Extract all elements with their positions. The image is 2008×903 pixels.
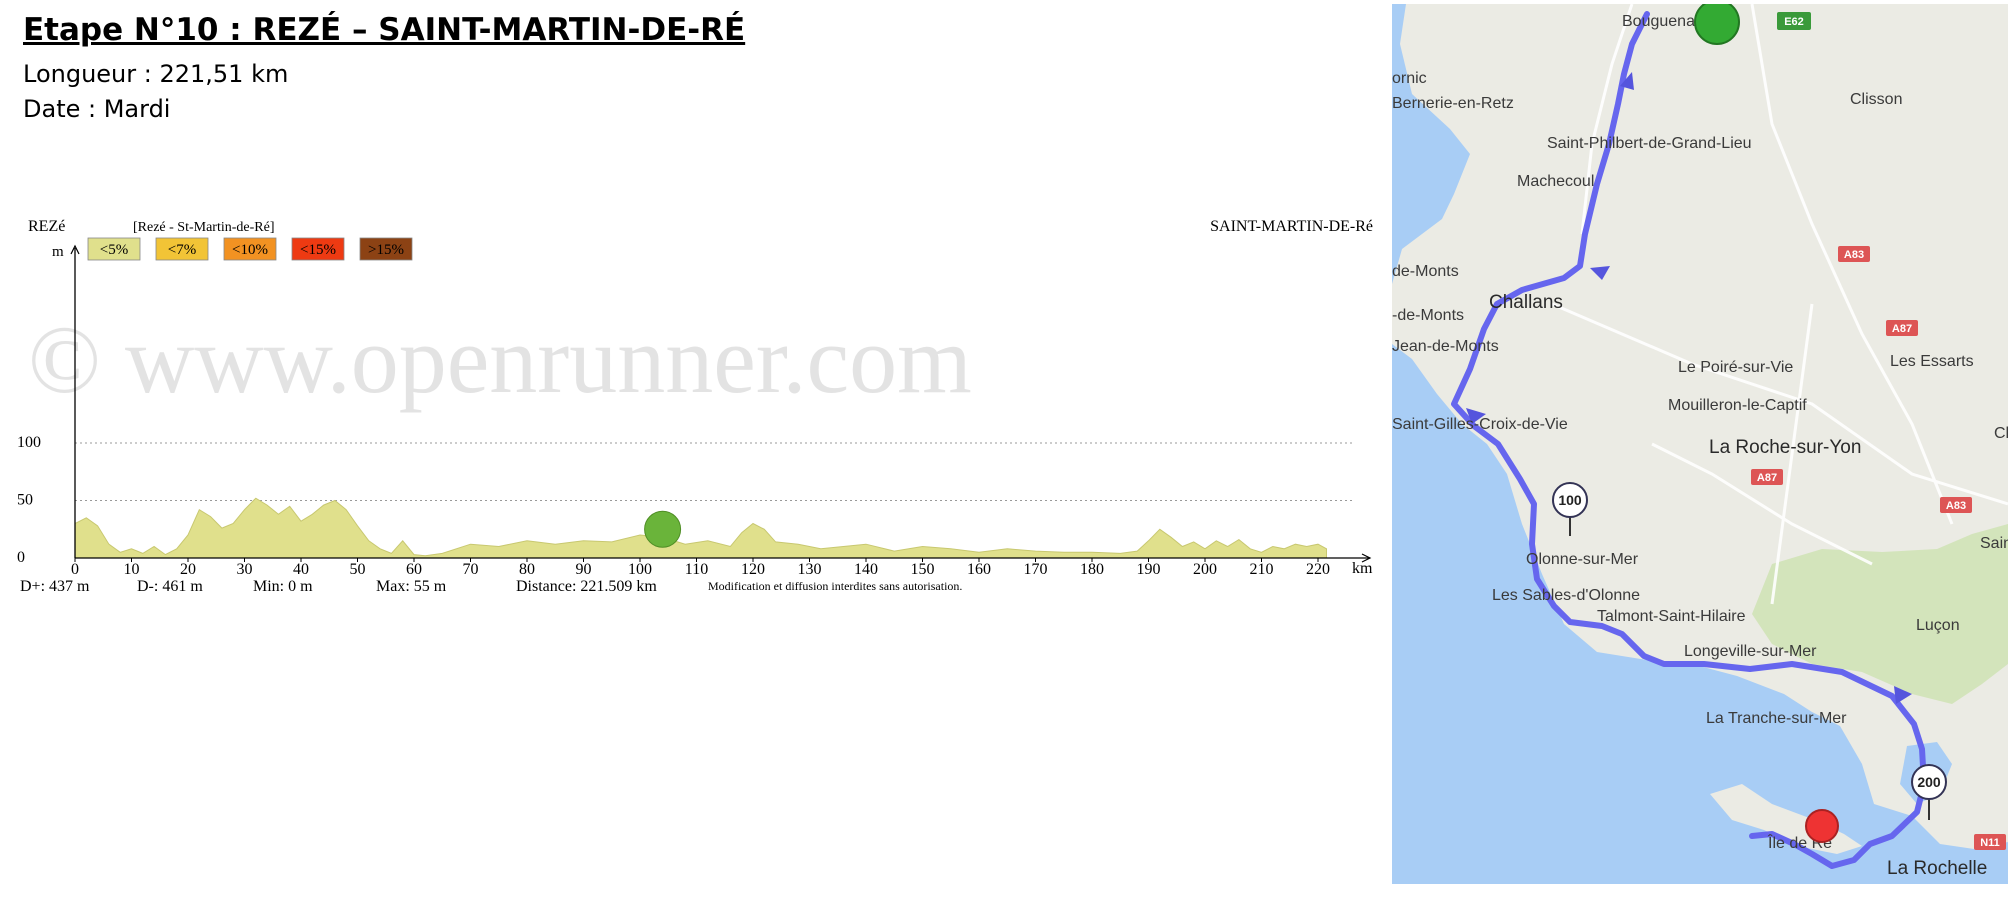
x-tick-label: 150 bbox=[911, 561, 935, 578]
svg-text:A83: A83 bbox=[1946, 500, 1966, 512]
svg-text:A87: A87 bbox=[1757, 472, 1777, 484]
map-place-label: Les Sables-d'Olonne bbox=[1492, 587, 1640, 604]
x-tick-label: 30 bbox=[237, 561, 253, 578]
y-unit: m bbox=[52, 244, 64, 260]
map-place-label: -de-Monts bbox=[1392, 307, 1464, 324]
legend-item: <15% bbox=[291, 237, 345, 261]
stat-dminus: D-: 461 m bbox=[137, 578, 203, 595]
legend-item: >15% bbox=[359, 237, 413, 261]
road-shield-a83: A83 bbox=[1838, 246, 1870, 262]
svg-text:<7%: <7% bbox=[168, 242, 196, 258]
notice: Modification et diffusion interdites san… bbox=[708, 579, 962, 593]
map-place-label: Mouilleron-le-Captif bbox=[1668, 397, 1807, 414]
map-place-label: Bouguenais bbox=[1622, 13, 1707, 30]
map-place-label: ornic bbox=[1392, 70, 1427, 87]
stat-min: Min: 0 m bbox=[253, 578, 313, 595]
map-city-label: Challans bbox=[1489, 292, 1563, 313]
x-tick-label: 0 bbox=[71, 561, 79, 578]
y-tick-label: 0 bbox=[17, 549, 25, 566]
svg-text:A83: A83 bbox=[1844, 249, 1864, 261]
x-tick-label: 180 bbox=[1080, 561, 1104, 578]
stage-length: Longueur : 221,51 km bbox=[23, 60, 289, 88]
legend-item: <5% bbox=[87, 237, 141, 261]
km-marker-100-label: 100 bbox=[1558, 492, 1582, 508]
x-tick-label: 190 bbox=[1137, 561, 1161, 578]
stage-title: Etape N°10 : REZÉ – SAINT-MARTIN-DE-RÉ bbox=[23, 12, 746, 48]
start-marker[interactable] bbox=[1694, 4, 1740, 45]
x-tick-label: 170 bbox=[1024, 561, 1048, 578]
x-tick-label: 140 bbox=[854, 561, 878, 578]
x-tick-label: 70 bbox=[463, 561, 479, 578]
map-place-label: Chanto bbox=[1994, 425, 2008, 442]
y-ticks: 0 50 100 bbox=[17, 434, 41, 566]
map-place-label: de-Monts bbox=[1392, 263, 1459, 280]
road-shield-e62: E62 bbox=[1777, 12, 1811, 30]
svg-text:<5%: <5% bbox=[100, 242, 128, 258]
stat-distance: Distance: 221.509 km bbox=[516, 578, 657, 595]
map-place-label: La Tranche-sur-Mer bbox=[1706, 710, 1847, 727]
x-tick-label: 100 bbox=[628, 561, 652, 578]
x-tick-label: 120 bbox=[741, 561, 765, 578]
x-tick-label: 80 bbox=[519, 561, 535, 578]
legend-item: <7% bbox=[155, 237, 209, 261]
stat-max: Max: 55 m bbox=[376, 578, 447, 595]
x-tick-label: 110 bbox=[685, 561, 708, 578]
map-place-label: Sainte-Herm bbox=[1980, 535, 2008, 552]
svg-text:<15%: <15% bbox=[300, 242, 336, 258]
svg-text:A87: A87 bbox=[1892, 323, 1912, 335]
stage-date: Date : Mardi bbox=[23, 95, 171, 123]
end-label: SAINT-MARTIN-DE-Ré bbox=[1210, 218, 1373, 235]
start-label: REZé bbox=[28, 218, 65, 235]
y-tick-label: 100 bbox=[17, 434, 41, 451]
slope-legend: <5% <7% <10% <15% >15% bbox=[87, 237, 413, 261]
map-place-label: Saint-Philbert-de-Grand-Lieu bbox=[1547, 135, 1752, 152]
x-tick-label: 220 bbox=[1306, 561, 1330, 578]
road-shield-n11: N11 bbox=[1974, 834, 2006, 850]
x-tick-label: 200 bbox=[1193, 561, 1217, 578]
map-place-label: Clisson bbox=[1850, 91, 1902, 108]
map-place-label: Bernerie-en-Retz bbox=[1392, 95, 1514, 112]
y-tick-label: 50 bbox=[17, 492, 33, 509]
km-marker-200-label: 200 bbox=[1917, 774, 1941, 790]
road-shield-a83-south: A83 bbox=[1940, 497, 1972, 513]
x-tick-label: 20 bbox=[180, 561, 196, 578]
watermark: © www.openrunner.com bbox=[28, 306, 972, 413]
map-place-label: Saint-Gilles-Croix-de-Vie bbox=[1392, 416, 1568, 433]
map-place-label: Longeville-sur-Mer bbox=[1684, 643, 1817, 660]
svg-text:>15%: >15% bbox=[368, 242, 404, 258]
route-map[interactable]: Bouguenais ornic Bernerie-en-Retz Clisson Sa… bbox=[1392, 4, 2008, 884]
x-tick-label: 130 bbox=[798, 561, 822, 578]
x-unit: km bbox=[1352, 560, 1373, 577]
x-tick-label: 10 bbox=[124, 561, 140, 578]
finish-marker[interactable] bbox=[1805, 809, 1839, 843]
svg-text:<10%: <10% bbox=[232, 242, 268, 258]
map-city-label: La Roche-sur-Yon bbox=[1709, 437, 1861, 458]
position-marker[interactable] bbox=[644, 510, 682, 548]
route-label: [Rezé - St-Martin-de-Ré] bbox=[133, 220, 275, 235]
legend-item: <10% bbox=[223, 237, 277, 261]
stat-dplus: D+: 437 m bbox=[20, 578, 90, 595]
x-tick-label: 210 bbox=[1250, 561, 1274, 578]
x-tick-label: 60 bbox=[406, 561, 422, 578]
map-place-label: Le Poiré-sur-Vie bbox=[1678, 359, 1793, 376]
map-place-label: Les Essarts bbox=[1890, 353, 1974, 370]
svg-text:N11: N11 bbox=[1980, 837, 2000, 849]
map-place-label: Luçon bbox=[1916, 617, 1960, 634]
x-tick-label: 40 bbox=[293, 561, 309, 578]
map-place-label: Talmont-Saint-Hilaire bbox=[1597, 608, 1746, 625]
map-place-label: Machecoul bbox=[1517, 173, 1594, 190]
elevation-area bbox=[74, 497, 1327, 559]
x-ticks: 0 10 20 30 40 50 60 70 80 90 100 110 120 130 140 150 160… bbox=[71, 558, 1330, 578]
x-tick-label: 90 bbox=[576, 561, 592, 578]
road-shield-a87: A87 bbox=[1886, 320, 1918, 336]
map-place-label: Jean-de-Monts bbox=[1392, 338, 1499, 355]
svg-text:E62: E62 bbox=[1784, 16, 1804, 28]
x-tick-label: 50 bbox=[350, 561, 366, 578]
elevation-profile: © www.openrunner.com REZé [Rezé - St-Mar… bbox=[17, 218, 1373, 595]
map-city-label: La Rochelle bbox=[1887, 858, 1987, 879]
map-place-label: Olonne-sur-Mer bbox=[1526, 551, 1639, 568]
x-tick-label: 160 bbox=[967, 561, 991, 578]
road-shield-a87-south: A87 bbox=[1751, 469, 1783, 485]
grid-lines bbox=[75, 442, 1355, 501]
